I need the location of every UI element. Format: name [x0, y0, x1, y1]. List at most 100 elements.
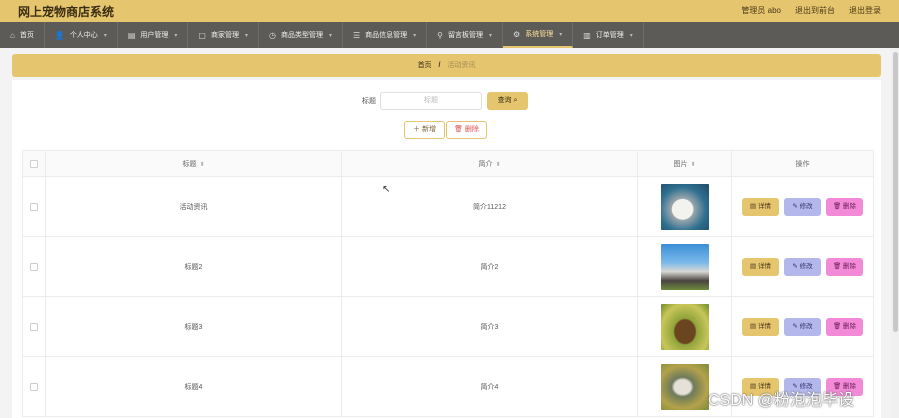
husky-photo	[660, 243, 709, 290]
search-label: 标题	[362, 98, 376, 105]
row-intro: 简介2	[341, 236, 638, 297]
batch-delete-button[interactable]: 🗑 删除	[446, 121, 487, 139]
nav-item-label: 首页	[19, 32, 34, 39]
nav-item-product-types[interactable]: ◷ 商品类型管理 ▾	[259, 22, 343, 48]
breadcrumb: 首页 / 活动资讯	[12, 54, 881, 77]
column-header-actions: 操作	[731, 150, 874, 177]
watermark: CSDN @粉泡泡毕设	[708, 392, 855, 409]
nav-item-label: 留言板管理	[448, 32, 484, 39]
search-button-label: 查询	[497, 97, 512, 104]
chevron-down-icon: ▾	[103, 32, 107, 39]
select-all-cell	[22, 150, 46, 177]
search-button[interactable]: 查询 ⌕	[487, 92, 528, 110]
nav-item-merchants[interactable]: ▢ 商家管理 ▾	[188, 22, 259, 48]
doc-icon: ▤	[750, 202, 758, 210]
front-link[interactable]: 退出到前台	[795, 5, 835, 16]
chevron-down-icon: ▾	[413, 32, 417, 39]
row-checkbox[interactable]	[30, 262, 38, 271]
detail-button[interactable]: ▤ 详情	[742, 257, 779, 276]
table-header-row: 标题 ⬍ 简介 ⬍ 图片 ⬍ 操作	[22, 150, 874, 177]
row-checkbox[interactable]	[30, 322, 38, 331]
chevron-down-icon: ▾	[489, 32, 493, 39]
trash-icon: 🗑	[454, 126, 463, 133]
order-icon: ▥	[583, 30, 591, 40]
search-icon: ⌕	[513, 97, 518, 104]
search-input[interactable]: 标题	[380, 92, 482, 110]
breadcrumb-home[interactable]: 首页	[418, 62, 432, 69]
select-all-checkbox[interactable]	[30, 159, 38, 168]
row-intro: 简介4	[341, 356, 638, 417]
row-title: 活动资讯	[45, 176, 342, 237]
edit-button[interactable]: ✎ 修改	[784, 197, 821, 216]
sort-icon: ⬍	[495, 161, 501, 168]
nav-item-personal[interactable]: 👤 个人中心 ▾	[45, 22, 118, 48]
table-row: 活动资讯 简介11212 ▤ 详情 ✎ 修改 🗑 删除	[22, 176, 874, 237]
cat-photo	[660, 363, 709, 410]
home-icon: ⌂	[10, 30, 15, 40]
delete-button[interactable]: 🗑 删除	[826, 257, 863, 276]
pencil-icon: ✎	[792, 202, 800, 210]
chevron-down-icon: ▾	[559, 31, 563, 38]
add-button[interactable]: ＋ 新增	[404, 121, 445, 139]
row-checkbox[interactable]	[30, 382, 38, 391]
edit-button[interactable]: ✎ 修改	[784, 257, 821, 276]
chevron-down-icon: ▾	[244, 32, 248, 39]
nav-item-products[interactable]: ☰ 商品信息管理 ▾	[343, 22, 428, 48]
detail-button[interactable]: ▤ 详情	[742, 317, 779, 336]
row-title: 标题3	[45, 296, 342, 357]
row-intro: 简介3	[341, 296, 638, 357]
logout-link[interactable]: 退出登录	[849, 5, 881, 16]
header-links: 管理员 abo 退出到前台 退出登录	[741, 5, 881, 16]
user-icon: 👤	[54, 30, 65, 40]
chevron-down-icon: ▾	[328, 32, 332, 39]
list-icon: ☰	[352, 30, 361, 40]
nav-item-users[interactable]: ▤ 用户管理 ▾	[118, 22, 189, 48]
nav-item-label: 用户管理	[140, 32, 169, 39]
edit-button[interactable]: ✎ 修改	[784, 317, 821, 336]
delete-button-label: 删除	[464, 126, 479, 133]
trash-icon: 🗑	[832, 322, 844, 330]
doc-icon: ▤	[750, 262, 758, 270]
chevron-down-icon: ▾	[174, 32, 178, 39]
column-header-intro[interactable]: 简介 ⬍	[341, 150, 638, 177]
nav-item-label: 个人中心	[69, 32, 98, 39]
pin-icon: ⚲	[437, 30, 444, 40]
nav-item-home[interactable]: ⌂ 首页	[0, 22, 45, 48]
delete-button[interactable]: 🗑 删除	[826, 317, 863, 336]
plus-icon: ＋	[413, 126, 421, 133]
data-table: 标题 ⬍ 简介 ⬍ 图片 ⬍ 操作 活动资讯 简介11212 ▤ 详情 ✎ 修改 🗑 …	[22, 150, 874, 417]
app-title: 网上宠物商店系统	[18, 5, 115, 19]
brown-dog-photo	[660, 303, 709, 350]
column-header-title[interactable]: 标题 ⬍	[45, 150, 342, 177]
breadcrumb-separator: /	[438, 62, 441, 69]
sort-icon: ⬍	[690, 161, 696, 168]
table-row: 标题3 简介3 ▤ 详情 ✎ 修改 🗑 删除	[22, 296, 874, 357]
row-checkbox[interactable]	[30, 202, 38, 211]
gear-icon: ⚙	[513, 29, 521, 39]
nav-item-label: 商品类型管理	[280, 32, 323, 39]
nav-item-orders[interactable]: ▥ 订单管理 ▾	[573, 22, 644, 48]
nav-item-label: 商家管理	[210, 32, 239, 39]
doc-icon: ▤	[750, 322, 758, 330]
nav-item-label: 订单管理	[595, 32, 624, 39]
scrollbar-thumb[interactable]	[893, 52, 898, 332]
pencil-icon: ✎	[792, 322, 800, 330]
trash-icon: 🗑	[832, 262, 844, 270]
pencil-icon: ✎	[792, 262, 800, 270]
tag-icon: ◷	[268, 30, 276, 40]
detail-button[interactable]: ▤ 详情	[742, 197, 779, 216]
column-header-image[interactable]: 图片 ⬍	[637, 150, 732, 177]
trash-icon: 🗑	[832, 202, 844, 210]
nav-item-messages[interactable]: ⚲ 留言板管理 ▾	[427, 22, 504, 48]
chevron-down-icon: ▾	[629, 32, 633, 39]
nav-item-system[interactable]: ⚙ 系统管理 ▾	[503, 22, 574, 48]
sort-icon: ⬍	[199, 161, 205, 168]
breadcrumb-current: 活动资讯	[447, 62, 476, 69]
row-title: 标题4	[45, 356, 342, 417]
delete-button[interactable]: 🗑 删除	[826, 197, 863, 216]
row-title: 标题2	[45, 236, 342, 297]
mouse-cursor-icon: ↖	[382, 184, 391, 195]
shop-icon: ▢	[198, 30, 206, 40]
admin-label: 管理员 abo	[741, 6, 781, 15]
top-header: 网上宠物商店系统 管理员 abo 退出到前台 退出登录	[0, 0, 899, 22]
